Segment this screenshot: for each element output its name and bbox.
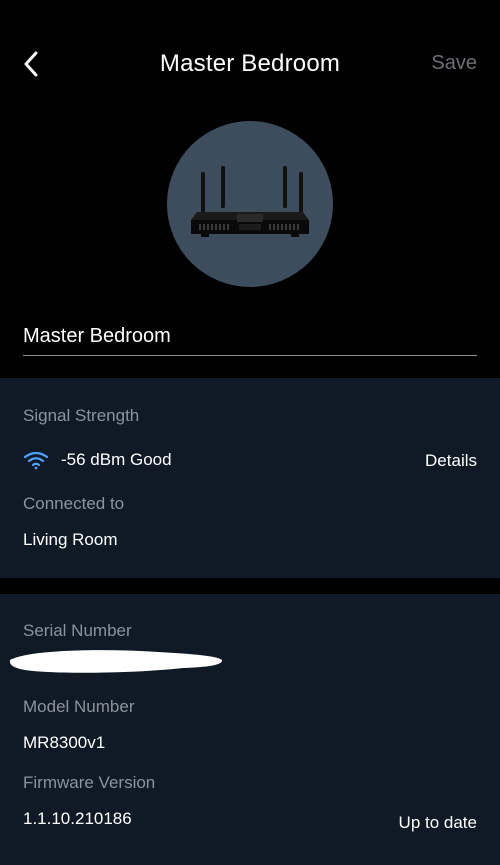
model-number-label: Model Number bbox=[23, 697, 135, 716]
model-number-value: MR8300v1 bbox=[23, 733, 106, 752]
connected-to-value: Living Room bbox=[23, 530, 118, 549]
device-settings-screen: Master Bedroom Save Master Bedroom Signa… bbox=[0, 0, 500, 865]
router-icon bbox=[191, 166, 309, 237]
details-link[interactable]: Details bbox=[425, 451, 477, 471]
serial-number-label: Serial Number bbox=[23, 621, 132, 640]
signal-strength-value: -56 dBm Good bbox=[61, 450, 172, 469]
header: Master Bedroom Save bbox=[0, 0, 500, 120]
wifi-icon bbox=[23, 451, 49, 470]
redaction-mark bbox=[9, 650, 223, 673]
signal-row: -56 dBm Good bbox=[23, 450, 172, 470]
device-name-input[interactable]: Master Bedroom bbox=[23, 322, 477, 356]
connection-card: Signal Strength -56 dBm Good Details Con… bbox=[0, 378, 500, 578]
firmware-status: Up to date bbox=[398, 813, 477, 832]
page-title: Master Bedroom bbox=[159, 50, 341, 77]
signal-strength-label: Signal Strength bbox=[23, 406, 140, 425]
device-info-card: Serial Number Model Number MR8300v1 Firm… bbox=[0, 594, 500, 865]
save-button[interactable]: Save bbox=[431, 52, 477, 75]
firmware-version-label: Firmware Version bbox=[23, 773, 156, 792]
device-avatar bbox=[167, 121, 333, 287]
firmware-version-value: 1.1.10.210186 bbox=[23, 809, 132, 828]
connected-to-label: Connected to bbox=[23, 494, 125, 513]
